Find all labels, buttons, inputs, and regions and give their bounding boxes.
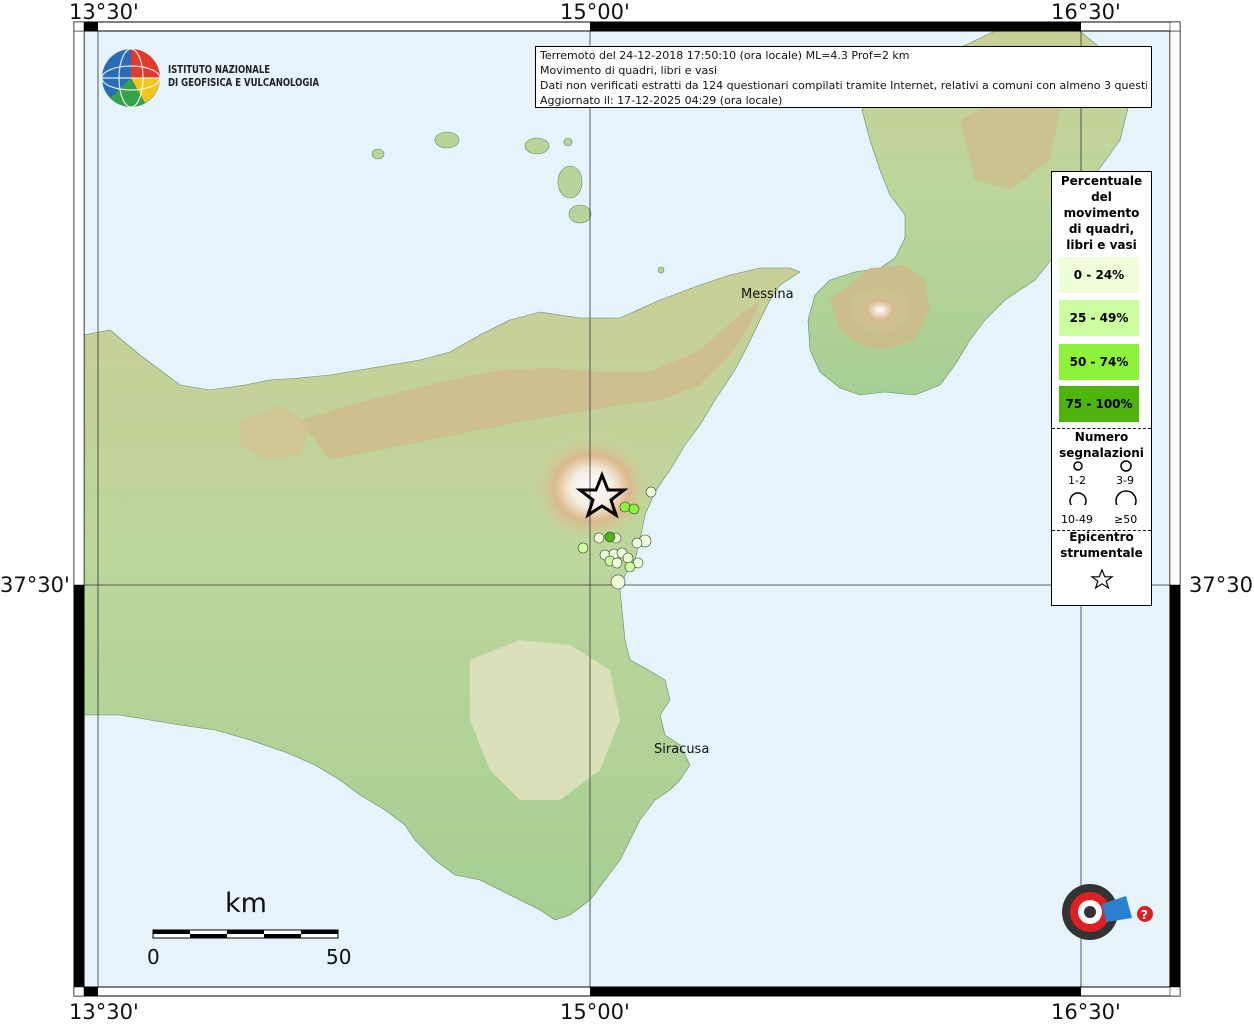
legend-size-4: ≥50: [1114, 513, 1138, 526]
scale-title: km: [225, 888, 267, 919]
lat-label-right: 37°30': [1189, 573, 1254, 597]
legend-class-4: 75 - 100%: [1059, 386, 1139, 422]
event-info-line-3: Dati non verificati estratti da 124 ques…: [540, 79, 1147, 92]
institute-name: ISTITUTO NAZIONALE DI GEOFISICA E VULCAN…: [168, 64, 319, 90]
legend-class-3: 50 - 74%: [1059, 344, 1139, 380]
event-info-box: Terremoto del 24-12-2018 17:50:10 (ora l…: [535, 46, 1152, 108]
institute-line-2: DI GEOFISICA E VULCANOLOGIA: [168, 77, 320, 89]
event-info-line-1: Terremoto del 24-12-2018 17:50:10 (ora l…: [540, 49, 910, 62]
city-label-messina: Messina: [741, 287, 794, 302]
scale-max: 50: [326, 945, 352, 969]
lon-label-bottom-2: 15°00': [560, 1000, 630, 1024]
legend-size-3: 10-49: [1061, 513, 1093, 526]
legend-epicenter-star-icon: [1090, 568, 1114, 590]
legend-class-2-label: 25 - 49%: [1069, 311, 1129, 325]
lon-label-top-2: 15°00': [560, 0, 630, 24]
lon-label-bottom-1: 13°30': [69, 1000, 139, 1024]
ingv-logo-icon: [101, 48, 161, 108]
legend-count-title: Numero segnalazioni: [1059, 430, 1144, 460]
legend-panel: Percentuale del movimento di quadri, lib…: [1051, 171, 1152, 606]
legend-title: Percentuale del movimento di quadri, lib…: [1060, 174, 1143, 252]
institute-line-1: ISTITUTO NAZIONALE: [168, 64, 271, 76]
legend-size-symbols: [1069, 460, 1137, 505]
event-info-line-2: Movimento di quadri, libri e vasi: [540, 64, 718, 77]
lat-label-left: 37°30': [0, 573, 70, 597]
lon-label-top-1: 13°30': [69, 0, 139, 24]
scale-bar: [152, 929, 339, 939]
etna-volcano: [530, 433, 654, 543]
scale-min: 0: [147, 945, 160, 969]
legend-class-1: 0 - 24%: [1059, 257, 1139, 293]
aspromonte-peak: [848, 286, 912, 334]
legend-class-1-label: 0 - 24%: [1073, 268, 1125, 282]
svg-text:?: ?: [1141, 908, 1148, 922]
lon-label-top-3: 16°30': [1051, 0, 1121, 24]
city-label-siracusa: Siracusa: [654, 742, 710, 757]
legend-size-2: 3-9: [1116, 474, 1134, 487]
lon-label-bottom-3: 16°30': [1051, 1000, 1121, 1024]
event-info-line-4: Aggiornato il: 17-12-2025 04:29 (ora loc…: [540, 94, 783, 107]
legend-epicenter-title: Epicentro strumentale: [1060, 530, 1143, 560]
legend-class-2: 25 - 49%: [1059, 300, 1139, 336]
legend-size-1: 1-2: [1068, 474, 1086, 487]
legend-class-4-label: 75 - 100%: [1065, 397, 1133, 411]
legend-class-3-label: 50 - 74%: [1069, 355, 1129, 369]
